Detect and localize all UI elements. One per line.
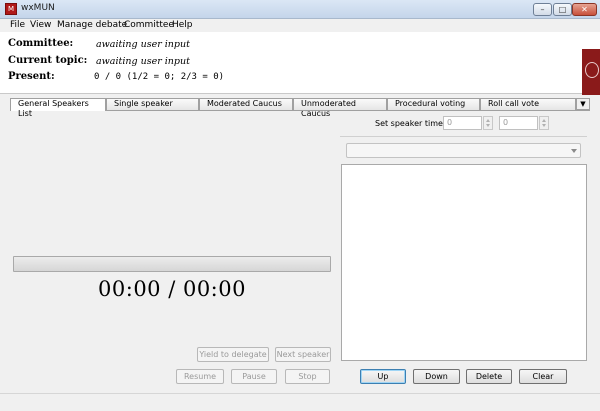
committee-label: Committee:	[8, 38, 74, 49]
yield-to-delegate-button[interactable]: Yield to delegate	[197, 347, 269, 362]
speaker-minutes-input[interactable]: 0	[443, 116, 482, 130]
next-speaker-button[interactable]: Next speaker	[275, 347, 331, 362]
pause-button[interactable]: Pause	[231, 369, 277, 384]
committee-info-panel: Committee: awaiting user input Current t…	[0, 32, 600, 95]
committee-value: awaiting user input	[96, 39, 190, 50]
tab-single-speaker[interactable]: Single speaker	[106, 98, 199, 110]
maximize-button[interactable]: □	[553, 3, 572, 16]
delegate-select-dropdown[interactable]	[346, 143, 581, 158]
present-label: Present:	[8, 71, 55, 82]
menu-view[interactable]: View	[30, 20, 51, 30]
divider	[340, 136, 587, 137]
speakers-list[interactable]	[341, 164, 587, 361]
app-logo-icon: M	[5, 3, 17, 15]
seconds-spin-arrows-icon[interactable]	[539, 116, 549, 130]
menu-manage-debate[interactable]: Manage debate	[57, 20, 127, 30]
tab-scroll-arrow-icon[interactable]: ▼	[576, 98, 590, 110]
debate-mode-tabs: General Speakers List Single speaker Mod…	[10, 98, 590, 118]
menu-help[interactable]: Help	[172, 20, 193, 30]
current-topic-value: awaiting user input	[96, 56, 190, 67]
speaker-timer-display: 00:00 / 00:00	[98, 277, 246, 301]
present-value: 0 / 0 (1/2 = 0; 2/3 = 0)	[94, 72, 225, 82]
resume-button[interactable]: Resume	[176, 369, 224, 384]
stop-button[interactable]: Stop	[285, 369, 330, 384]
tab-general-speakers-list[interactable]: General Speakers List	[10, 98, 106, 118]
move-up-button[interactable]: Up	[360, 369, 406, 384]
current-topic-label: Current topic:	[8, 55, 88, 66]
menu-committee[interactable]: Committee	[124, 20, 174, 30]
speaker-time-progress-bar	[13, 256, 331, 272]
tab-unmoderated-caucus[interactable]: Unmoderated Caucus	[293, 98, 387, 118]
menu-file[interactable]: File	[10, 20, 25, 30]
tab-moderated-caucus[interactable]: Moderated Caucus	[199, 98, 293, 110]
clear-button[interactable]: Clear	[519, 369, 567, 384]
speaker-seconds-input[interactable]: 0	[499, 116, 538, 130]
window-title: wxMUN	[21, 3, 55, 13]
un-emblem-icon	[582, 49, 600, 95]
set-speaker-time-label: Set speaker time:	[375, 119, 446, 128]
close-button[interactable]: ✕	[572, 3, 597, 16]
tab-procedural-voting[interactable]: Procedural voting	[387, 98, 480, 110]
delete-button[interactable]: Delete	[466, 369, 512, 384]
status-bar	[0, 393, 600, 411]
chevron-down-icon	[571, 149, 577, 153]
title-bar: M wxMUN – □ ✕	[0, 0, 600, 19]
minutes-spin-arrows-icon[interactable]	[483, 116, 493, 130]
move-down-button[interactable]: Down	[413, 369, 460, 384]
tab-roll-call-vote[interactable]: Roll call vote	[480, 98, 576, 110]
minimize-button[interactable]: –	[533, 3, 552, 16]
menu-bar: File View Manage debate Committee Help	[0, 19, 600, 32]
